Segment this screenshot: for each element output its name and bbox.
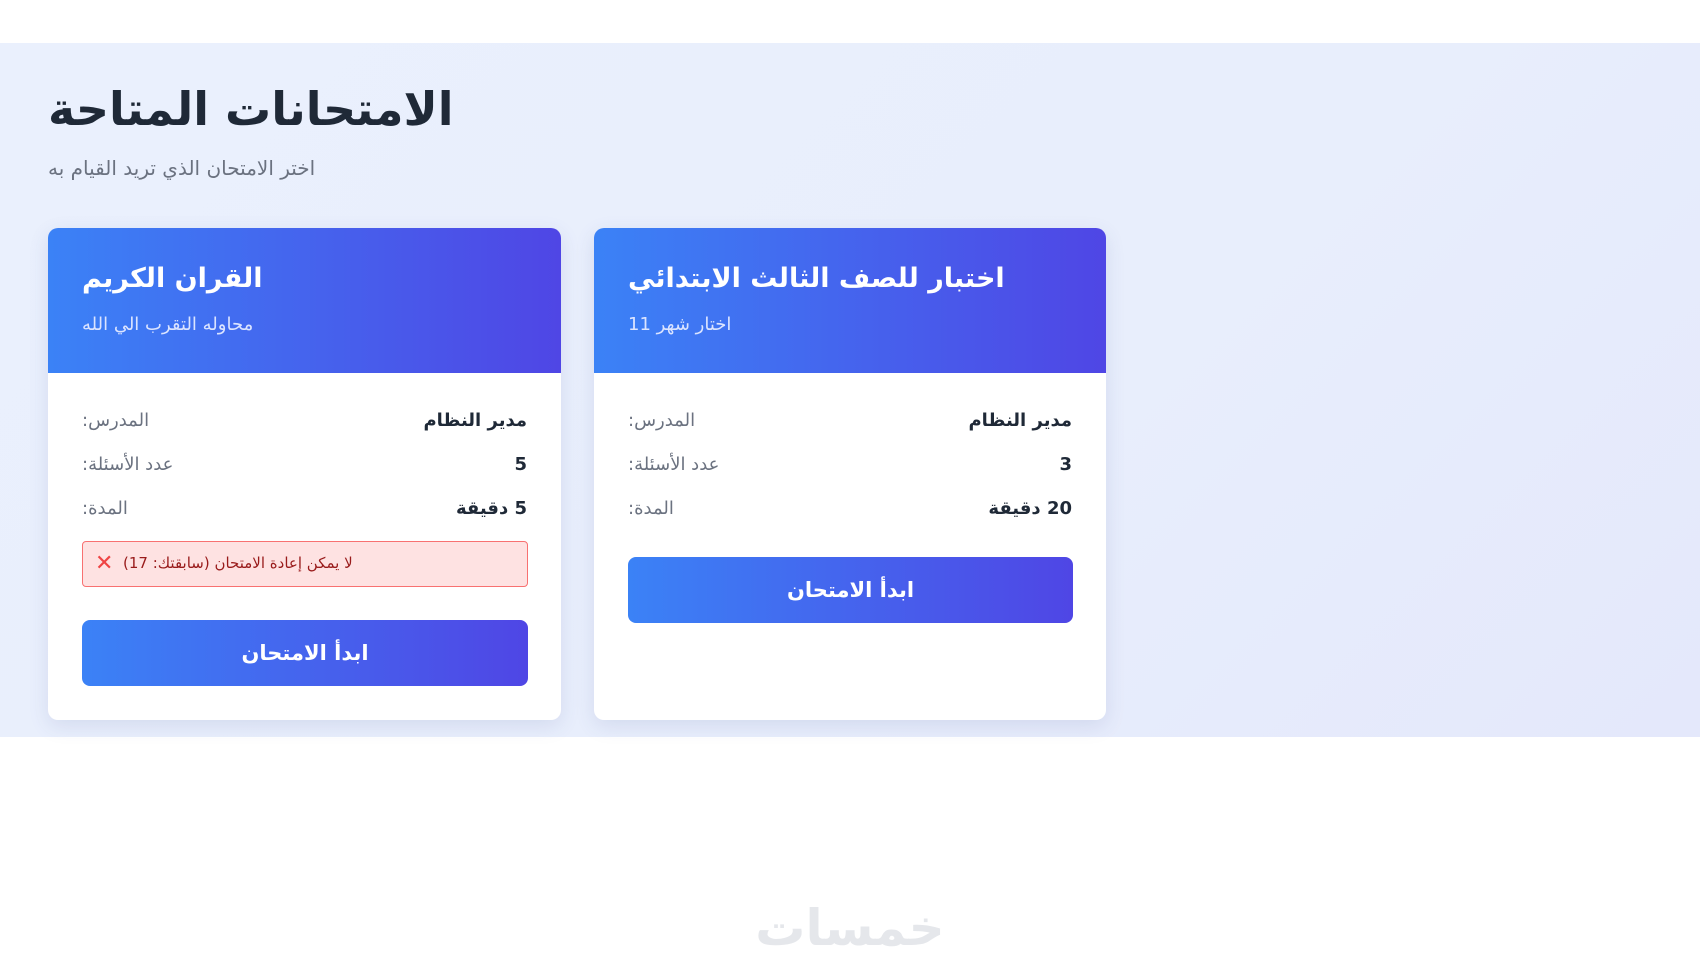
teacher-value: مدير النظام xyxy=(423,410,527,431)
exam-card: القران الكريم محاوله التقرب الي الله الم… xyxy=(48,228,561,720)
teacher-row: المدرس: مدير النظام xyxy=(628,410,1072,436)
questions-label: عدد الأسئلة: xyxy=(628,454,720,475)
duration-row: المدة: 5 دقيقة xyxy=(82,498,527,524)
exam-card-header: القران الكريم محاوله التقرب الي الله xyxy=(48,228,561,373)
teacher-value: مدير النظام xyxy=(968,410,1072,431)
start-exam-button[interactable]: ابدأ الامتحان xyxy=(628,557,1073,623)
start-exam-button[interactable]: ابدأ الامتحان xyxy=(82,620,528,686)
page: الامتحانات المتاحة اختر الامتحان الذي تر… xyxy=(0,0,1700,970)
close-icon: ✕ xyxy=(95,551,114,576)
exam-description: اختار شهر 11 xyxy=(628,314,732,335)
teacher-row: المدرس: مدير النظام xyxy=(82,410,527,436)
duration-label: المدة: xyxy=(82,498,128,519)
questions-label: عدد الأسئلة: xyxy=(82,454,174,475)
exam-title: القران الكريم xyxy=(82,263,263,294)
alert-message: لا يمكن إعادة الامتحان (سابقتك: 17) xyxy=(123,554,353,572)
questions-row: عدد الأسئلة: 5 xyxy=(82,454,527,480)
duration-row: المدة: 20 دقيقة xyxy=(628,498,1072,524)
retake-blocked-alert: ✕ لا يمكن إعادة الامتحان (سابقتك: 17) xyxy=(82,541,528,587)
page-subtitle: اختر الامتحان الذي تريد القيام به xyxy=(48,156,316,180)
exam-description: محاوله التقرب الي الله xyxy=(82,314,254,335)
questions-value: 5 xyxy=(514,454,527,475)
duration-value: 5 دقيقة xyxy=(455,498,527,519)
duration-label: المدة: xyxy=(628,498,674,519)
questions-value: 3 xyxy=(1059,454,1072,475)
duration-value: 20 دقيقة xyxy=(988,498,1072,519)
exam-title: اختبار للصف الثالث الابتدائي xyxy=(628,263,1005,294)
teacher-label: المدرس: xyxy=(628,410,696,431)
teacher-label: المدرس: xyxy=(82,410,150,431)
page-title: الامتحانات المتاحة xyxy=(48,82,454,136)
exam-card: اختبار للصف الثالث الابتدائي اختار شهر 1… xyxy=(594,228,1106,720)
watermark-logo: خمسات xyxy=(755,899,945,957)
exam-card-header: اختبار للصف الثالث الابتدائي اختار شهر 1… xyxy=(594,228,1106,373)
questions-row: عدد الأسئلة: 3 xyxy=(628,454,1072,480)
